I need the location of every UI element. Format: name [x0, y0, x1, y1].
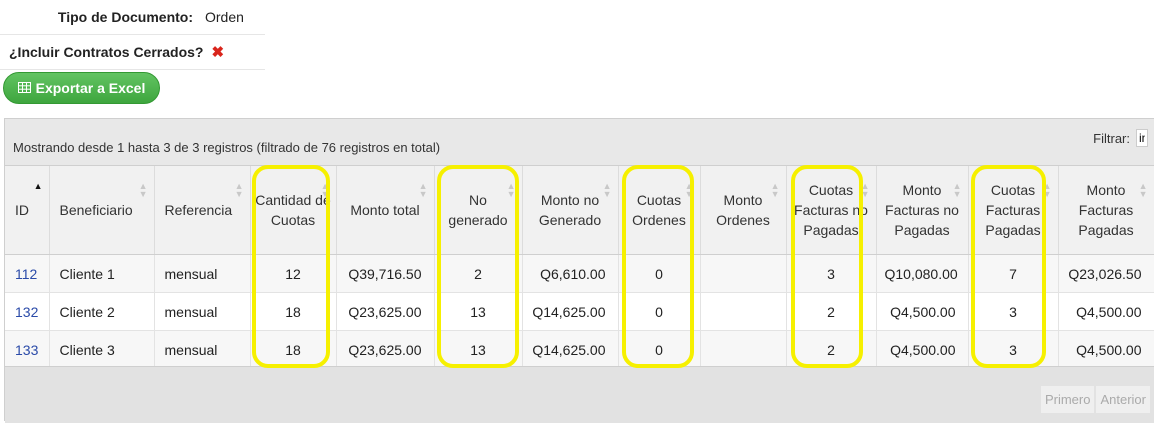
- table-footer: Primero Anterior: [5, 366, 1154, 423]
- table-row: 132 Cliente 2 mensual 18 Q23,625.00 13 Q…: [5, 292, 1154, 331]
- column-header-monto-no-generado[interactable]: Monto no Generado ▲ ▼: [522, 166, 619, 255]
- column-header-monto-ordenes[interactable]: Monto Ordenes ▲ ▼: [700, 166, 787, 255]
- contracts-table: ID ▲ Beneficiario ▲ ▼ Referencia ▲ ▼ Cantidad…: [5, 166, 1154, 369]
- sort-icon: ▲ ▼: [1138, 181, 1148, 199]
- column-header-cantidad-cuotas[interactable]: Cantidad de Cuotas ▲ ▼: [250, 166, 337, 255]
- sort-icon: ▲ ▼: [770, 181, 780, 199]
- cell-monto-facturas-no-pagadas: Q4,500.00: [876, 330, 969, 369]
- pagination: Primero Anterior: [1039, 386, 1150, 413]
- export-excel-label: Exportar a Excel: [35, 80, 146, 96]
- table-icon: [17, 81, 31, 96]
- cell-monto-facturas-pagadas: Q4,500.00: [1058, 292, 1154, 331]
- filter-label: Filtrar:: [1093, 130, 1130, 146]
- cell-monto-ordenes: [700, 254, 787, 293]
- cell-monto-total: Q23,625.00: [336, 330, 435, 369]
- cell-no-generado: 13: [434, 330, 523, 369]
- cell-referencia: mensual: [154, 254, 251, 293]
- column-header-monto-facturas-no-pagadas[interactable]: Monto Facturas no Pagadas ▲ ▼: [876, 166, 969, 255]
- cell-cuotas-ordenes: 0: [618, 292, 701, 331]
- table-toolbar: Mostrando desde 1 hasta 3 de 3 registros…: [5, 119, 1154, 166]
- table-row: 133 Cliente 3 mensual 18 Q23,625.00 13 Q…: [5, 330, 1154, 369]
- table-row: 112 Cliente 1 mensual 12 Q39,716.50 2 Q6…: [5, 254, 1154, 293]
- column-header-cuotas-ordenes[interactable]: Cuotas Ordenes ▲ ▼: [618, 166, 701, 255]
- cell-monto-facturas-pagadas: Q4,500.00: [1058, 330, 1154, 369]
- cell-monto-no-generado: Q6,610.00: [522, 254, 619, 293]
- contracts-table-panel: Mostrando desde 1 hasta 3 de 3 registros…: [4, 118, 1154, 423]
- document-type-label: Tipo de Documento:: [57, 9, 193, 25]
- cell-no-generado: 13: [434, 292, 523, 331]
- sort-icon: ▲ ▼: [602, 181, 612, 199]
- document-type-value: Orden: [205, 9, 244, 25]
- close-icon: ✖: [211, 44, 225, 61]
- sort-icon: ▲ ▼: [952, 181, 962, 199]
- cell-cantidad-cuotas: 18: [250, 292, 337, 331]
- filter-input[interactable]: [1136, 129, 1148, 147]
- cell-monto-total: Q23,625.00: [336, 292, 435, 331]
- cell-monto-facturas-pagadas: Q23,026.50: [1058, 254, 1154, 293]
- cell-cuotas-ordenes: 0: [618, 254, 701, 293]
- cell-cuotas-facturas-pagadas: 3: [968, 292, 1059, 331]
- cell-cantidad-cuotas: 12: [250, 254, 337, 293]
- sort-icon: ▲ ▼: [138, 181, 148, 199]
- cell-beneficiario: Cliente 2: [49, 292, 155, 331]
- cell-referencia: mensual: [154, 292, 251, 331]
- cell-cuotas-facturas-no-pagadas: 3: [786, 254, 877, 293]
- table-info: Mostrando desde 1 hasta 3 de 3 registros…: [13, 140, 441, 155]
- cell-monto-no-generado: Q14,625.00: [522, 330, 619, 369]
- pager-first-button[interactable]: Primero: [1040, 386, 1095, 413]
- cell-monto-ordenes: [700, 292, 787, 331]
- sort-icon: ▲ ▼: [234, 181, 244, 199]
- cell-referencia: mensual: [154, 330, 251, 369]
- column-header-monto-total[interactable]: Monto total ▲ ▼: [336, 166, 435, 255]
- filter-row-document-type: Tipo de Documento: Orden: [0, 0, 265, 35]
- closed-contracts-label: ¿Incluir Contratos Cerrados?: [9, 44, 204, 60]
- cell-monto-ordenes: [700, 330, 787, 369]
- cell-cuotas-ordenes: 0: [618, 330, 701, 369]
- table-header-row: ID ▲ Beneficiario ▲ ▼ Referencia ▲ ▼ Cantidad…: [5, 166, 1154, 255]
- filter-row-closed-contracts: ¿Incluir Contratos Cerrados? ✖: [0, 35, 265, 70]
- column-header-monto-facturas-pagadas[interactable]: Monto Facturas Pagadas ▲ ▼: [1058, 166, 1154, 255]
- row-id-link[interactable]: 112: [5, 254, 50, 293]
- column-header-id[interactable]: ID ▲: [5, 166, 50, 255]
- cell-cuotas-facturas-no-pagadas: 2: [786, 292, 877, 331]
- cell-cuotas-facturas-pagadas: 3: [968, 330, 1059, 369]
- column-header-referencia[interactable]: Referencia ▲ ▼: [154, 166, 251, 255]
- cell-cantidad-cuotas: 18: [250, 330, 337, 369]
- cell-monto-total: Q39,716.50: [336, 254, 435, 293]
- sort-icon: ▲ ▼: [860, 181, 870, 199]
- cell-monto-facturas-no-pagadas: Q4,500.00: [876, 292, 969, 331]
- sort-icon: ▲ ▼: [320, 181, 330, 199]
- sort-icon: ▲ ▼: [506, 181, 516, 199]
- export-excel-button[interactable]: Exportar a Excel: [3, 72, 160, 104]
- sort-icon: ▲ ▼: [1042, 181, 1052, 199]
- sort-icon: ▲ ▼: [684, 181, 694, 199]
- row-id-link[interactable]: 133: [5, 330, 50, 369]
- cell-beneficiario: Cliente 3: [49, 330, 155, 369]
- sort-icon: ▲ ▼: [418, 181, 428, 199]
- cell-beneficiario: Cliente 1: [49, 254, 155, 293]
- sort-asc-icon: ▲: [33, 181, 43, 191]
- cell-no-generado: 2: [434, 254, 523, 293]
- pager-previous-button[interactable]: Anterior: [1096, 386, 1150, 413]
- filter-summary: Tipo de Documento: Orden ¿Incluir Contra…: [0, 0, 265, 70]
- cell-monto-no-generado: Q14,625.00: [522, 292, 619, 331]
- cell-cuotas-facturas-pagadas: 7: [968, 254, 1059, 293]
- column-header-cuotas-facturas-pagadas[interactable]: Cuotas Facturas Pagadas ▲ ▼: [968, 166, 1059, 255]
- cell-cuotas-facturas-no-pagadas: 2: [786, 330, 877, 369]
- cell-monto-facturas-no-pagadas: Q10,080.00: [876, 254, 969, 293]
- row-id-link[interactable]: 132: [5, 292, 50, 331]
- column-header-beneficiario[interactable]: Beneficiario ▲ ▼: [49, 166, 155, 255]
- column-header-cuotas-facturas-no-pagadas[interactable]: Cuotas Facturas no Pagadas ▲ ▼: [786, 166, 877, 255]
- column-header-no-generado[interactable]: No generado ▲ ▼: [434, 166, 523, 255]
- table-filter: Filtrar:: [1093, 129, 1148, 147]
